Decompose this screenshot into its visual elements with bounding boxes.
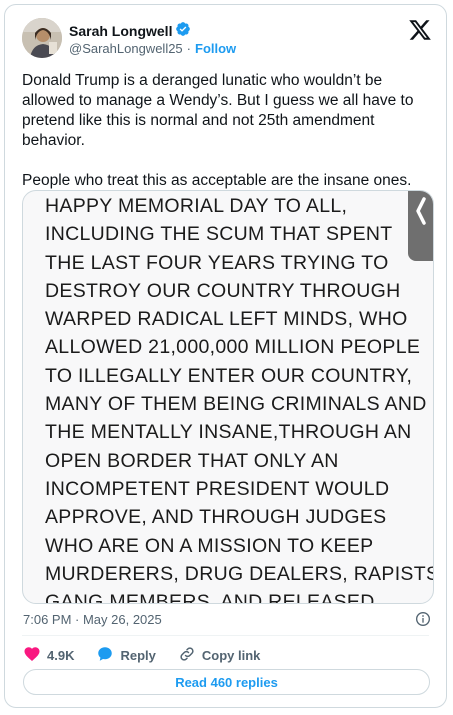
info-icon[interactable] bbox=[415, 611, 431, 627]
author-name-row[interactable]: Sarah Longwell bbox=[69, 21, 191, 40]
image-text: HAPPY MEMORIAL DAY TO ALL, INCLUDING THE… bbox=[45, 195, 433, 604]
author-handle-row: @SarahLongwell25 · Follow bbox=[69, 41, 236, 56]
like-count: 4.9K bbox=[47, 648, 75, 663]
x-logo-icon[interactable] bbox=[408, 18, 432, 42]
tweet-paragraph: People who treat this as acceptable are … bbox=[22, 172, 412, 189]
copy-link-button[interactable]: Copy link bbox=[178, 645, 261, 666]
divider bbox=[22, 635, 429, 636]
action-bar: 4.9K Reply Copy link bbox=[23, 645, 282, 666]
attached-image[interactable]: HAPPY MEMORIAL DAY TO ALL, INCLUDING THE… bbox=[22, 190, 434, 604]
heart-icon bbox=[23, 645, 41, 666]
read-replies-button[interactable]: Read 460 replies bbox=[23, 669, 430, 695]
reply-icon bbox=[96, 645, 114, 666]
reply-button[interactable]: Reply bbox=[96, 645, 156, 666]
follow-button[interactable]: Follow bbox=[195, 41, 236, 56]
tweet-card: Sarah Longwell @SarahLongwell25 · Follow… bbox=[4, 4, 447, 708]
tweet-paragraph: Donald Trump is a deranged lunatic who w… bbox=[22, 72, 414, 149]
chevron-left-icon bbox=[416, 197, 426, 225]
like-button[interactable]: 4.9K bbox=[23, 645, 74, 666]
verified-badge-icon bbox=[175, 21, 191, 40]
author-name[interactable]: Sarah Longwell bbox=[69, 23, 172, 39]
image-side-tab bbox=[408, 191, 433, 261]
separator-dot: · bbox=[186, 41, 192, 56]
avatar[interactable] bbox=[22, 18, 62, 58]
link-icon bbox=[178, 645, 196, 666]
copy-link-label: Copy link bbox=[201, 648, 261, 663]
tweet-text: Donald Trump is a deranged lunatic who w… bbox=[22, 71, 434, 191]
reply-label: Reply bbox=[120, 648, 156, 663]
tweet-timestamp[interactable]: 7:06 PM · May 26, 2025 bbox=[23, 612, 162, 627]
author-handle[interactable]: @SarahLongwell25 bbox=[69, 41, 183, 56]
